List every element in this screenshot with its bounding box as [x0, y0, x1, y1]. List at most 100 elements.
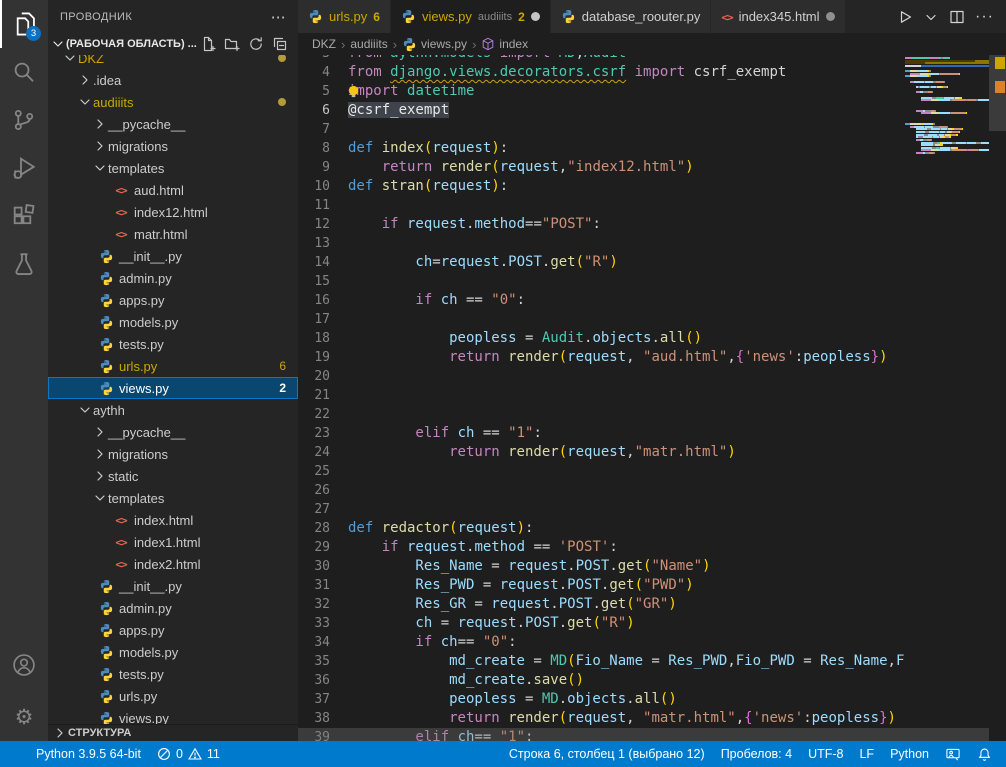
tree-item-models.py[interactable]: models.py [48, 311, 298, 333]
code-line[interactable]: 17 [298, 310, 1006, 329]
code-line[interactable]: 29if request.method == 'POST': [298, 538, 1006, 557]
tree-item-index.html[interactable]: <>index.html [48, 509, 298, 531]
code-line[interactable]: 20 [298, 367, 1006, 386]
new-folder-icon[interactable] [224, 36, 240, 52]
code-line[interactable]: 36md_create.save() [298, 671, 1006, 690]
code-line[interactable]: 13 [298, 234, 1006, 253]
code-editor[interactable]: 3from aythh.models import MD,Audit4from … [298, 55, 1006, 741]
code-line[interactable]: 12if request.method=="POST": [298, 215, 1006, 234]
minimap[interactable] [905, 55, 989, 741]
tree-item-tests.py[interactable]: tests.py [48, 663, 298, 685]
code-line[interactable]: 9return render(request,"index12.html") [298, 158, 1006, 177]
tree-item-templates[interactable]: templates [48, 487, 298, 509]
tree-item-index12.html[interactable]: <>index12.html [48, 201, 298, 223]
tree-item-apps.py[interactable]: apps.py [48, 619, 298, 641]
status-eol[interactable]: LF [859, 747, 874, 761]
code-line[interactable]: 3from aythh.models import MD,Audit [298, 55, 1006, 63]
code-line[interactable]: 10def stran(request): [298, 177, 1006, 196]
breadcrumb-item-index[interactable]: index [481, 37, 528, 51]
tab-urls.py[interactable]: urls.py6 [298, 0, 391, 33]
sidebar-more-icon[interactable]: ⋯ [271, 8, 286, 26]
breadcrumb-item-DKZ[interactable]: DKZ [312, 37, 336, 51]
source-control-icon[interactable] [0, 96, 48, 144]
tree-item-__pycache__[interactable]: __pycache__ [48, 421, 298, 443]
code-line[interactable]: 6@csrf_exempt [298, 101, 1006, 120]
code-line[interactable]: 16if ch == "0": [298, 291, 1006, 310]
explorer-icon[interactable]: 3 [0, 0, 48, 48]
tab-index345.html[interactable]: <>index345.html [711, 0, 845, 33]
tree-item-urls.py[interactable]: urls.py [48, 685, 298, 707]
code-line[interactable]: 24return render(request,"matr.html") [298, 443, 1006, 462]
code-line[interactable]: 38return render(request, "matr.html",{'n… [298, 709, 1006, 728]
tree-item-aythh[interactable]: aythh [48, 399, 298, 421]
tab-database_roouter.py[interactable]: database_roouter.py [551, 0, 712, 33]
code-line[interactable]: 26 [298, 481, 1006, 500]
split-editor-icon[interactable] [949, 9, 965, 25]
status-feedback[interactable] [945, 747, 961, 762]
tree-item-admin.py[interactable]: admin.py [48, 597, 298, 619]
code-line[interactable]: 15 [298, 272, 1006, 291]
code-line[interactable]: 19return render(request, "aud.html",{'ne… [298, 348, 1006, 367]
vertical-scrollbar[interactable] [989, 55, 1006, 741]
tree-item-admin.py[interactable]: admin.py [48, 267, 298, 289]
code-line[interactable]: 34if ch== "0": [298, 633, 1006, 652]
search-icon[interactable] [0, 48, 48, 96]
collapse-all-icon[interactable] [272, 36, 288, 52]
code-line[interactable]: 4from django.views.decorators.csrf impor… [298, 63, 1006, 82]
status-problems[interactable]: 011 [157, 747, 220, 761]
code-line[interactable]: 25 [298, 462, 1006, 481]
tree-item-index1.html[interactable]: <>index1.html [48, 531, 298, 553]
new-file-icon[interactable] [200, 36, 216, 52]
tree-item-DKZ[interactable]: DKZ [48, 55, 298, 69]
tree-item-audiiits[interactable]: audiiits [48, 91, 298, 113]
tree-item-views.py[interactable]: views.py2 [48, 377, 298, 399]
status-encoding[interactable]: UTF-8 [808, 747, 843, 761]
code-line[interactable]: 22 [298, 405, 1006, 424]
tree-item-views.py[interactable]: views.py [48, 707, 298, 724]
breadcrumb-item-views.py[interactable]: views.py [402, 37, 467, 52]
code-line[interactable]: 23elif ch == "1": [298, 424, 1006, 443]
tree-item-static[interactable]: static [48, 465, 298, 487]
run-dropdown-icon[interactable] [923, 9, 939, 25]
more-icon[interactable]: ··· [975, 8, 994, 26]
code-line[interactable]: 18peopless = Audit.objects.all() [298, 329, 1006, 348]
tree-item-aud.html[interactable]: <>aud.html [48, 179, 298, 201]
code-line[interactable]: 31Res_PWD = request.POST.get("PWD") [298, 576, 1006, 595]
tree-item-__init__.py[interactable]: __init__.py [48, 575, 298, 597]
testing-icon[interactable] [0, 240, 48, 288]
tree-item-tests.py[interactable]: tests.py [48, 333, 298, 355]
status-language-mode[interactable]: Python [890, 747, 929, 761]
status-bell[interactable] [977, 747, 992, 762]
run-icon[interactable] [897, 9, 913, 25]
code-line[interactable]: 32Res_GR = request.POST.get("GR") [298, 595, 1006, 614]
code-line[interactable]: 21 [298, 386, 1006, 405]
horizontal-scrollbar[interactable] [298, 728, 989, 741]
lightbulb-icon[interactable] [346, 84, 361, 99]
code-line[interactable]: 27 [298, 500, 1006, 519]
tree-item-models.py[interactable]: models.py [48, 641, 298, 663]
tab-views.py[interactable]: views.pyaudiiits2 [391, 0, 551, 33]
tree-item-apps.py[interactable]: apps.py [48, 289, 298, 311]
tree-item-migrations[interactable]: migrations [48, 443, 298, 465]
tree-item-matr.html[interactable]: <>matr.html [48, 223, 298, 245]
code-line[interactable]: 5import datetime [298, 82, 1006, 101]
code-line[interactable]: 30Res_Name = request.POST.get("Name") [298, 557, 1006, 576]
code-line[interactable]: 37peopless = MD.objects.all() [298, 690, 1006, 709]
tree-item-templates[interactable]: templates [48, 157, 298, 179]
run-debug-icon[interactable] [0, 144, 48, 192]
code-line[interactable]: 14ch=request.POST.get("R") [298, 253, 1006, 272]
breadcrumb-item-audiiits[interactable]: audiiits [350, 37, 387, 51]
settings-icon[interactable]: ⚙ [0, 693, 48, 741]
code-line[interactable]: 11 [298, 196, 1006, 215]
workspace-section-header[interactable]: (РАБОЧАЯ ОБЛАСТЬ) ... [48, 33, 298, 55]
code-line[interactable]: 35md_create = MD(Fio_Name = Res_PWD,Fio_… [298, 652, 1006, 671]
modified-dot[interactable] [531, 12, 540, 21]
code-line[interactable]: 28def redactor(request): [298, 519, 1006, 538]
refresh-icon[interactable] [248, 36, 264, 52]
status-indentation[interactable]: Пробелов: 4 [721, 747, 792, 761]
tree-item-__init__.py[interactable]: __init__.py [48, 245, 298, 267]
tree-item-migrations[interactable]: migrations [48, 135, 298, 157]
extensions-icon[interactable] [0, 192, 48, 240]
tree-item-index2.html[interactable]: <>index2.html [48, 553, 298, 575]
status-cursor-position[interactable]: Строка 6, столбец 1 (выбрано 12) [509, 747, 705, 761]
